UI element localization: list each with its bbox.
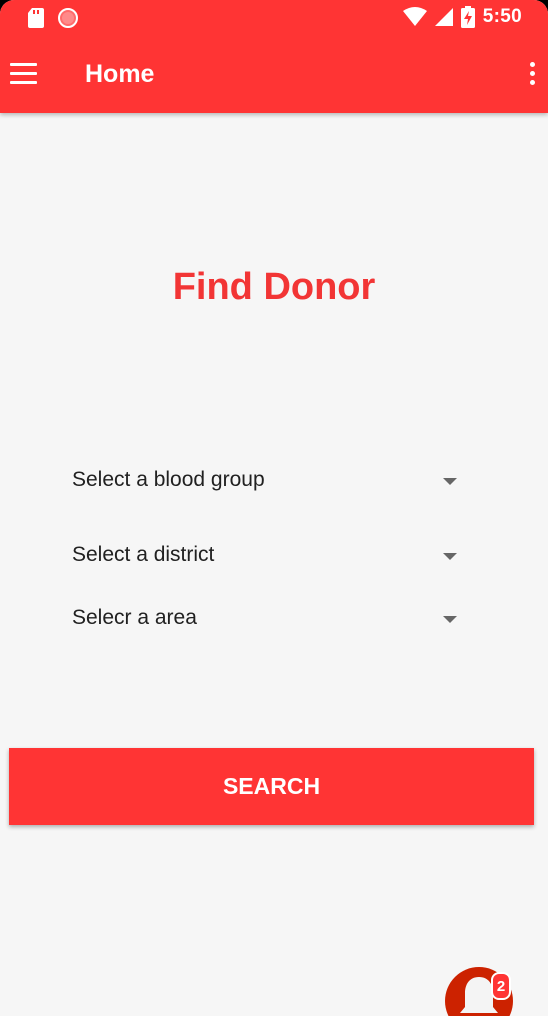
- toolbar-title: Home: [85, 60, 155, 88]
- blood-group-spinner-label: Select a blood group: [72, 468, 265, 491]
- sd-card-icon: [28, 8, 44, 28]
- notification-badge: 2: [491, 972, 511, 1000]
- area-spinner[interactable]: Selecr a area: [72, 598, 464, 638]
- signal-icon: [434, 8, 453, 26]
- dropdown-arrow-icon: [443, 616, 457, 623]
- status-left-icons: [28, 8, 78, 28]
- record-icon: [58, 8, 78, 28]
- wifi-icon: [402, 7, 427, 26]
- district-spinner[interactable]: Select a district: [72, 535, 464, 575]
- page-heading: Find Donor: [172, 266, 376, 308]
- app-screen: 5:50 Home Find Donor Select a blood grou…: [0, 0, 548, 1016]
- status-right-icons: 5:50: [402, 6, 522, 28]
- app-bar: 5:50 Home: [0, 0, 548, 113]
- dropdown-arrow-icon: [443, 478, 457, 485]
- toolbar: Home: [0, 38, 548, 113]
- blood-group-spinner[interactable]: Select a blood group: [72, 460, 464, 500]
- dropdown-arrow-icon: [443, 553, 457, 560]
- status-bar: 5:50: [0, 0, 548, 38]
- area-spinner-label: Selecr a area: [72, 606, 197, 629]
- district-spinner-label: Select a district: [72, 543, 215, 566]
- status-time: 5:50: [482, 6, 522, 27]
- battery-charging-icon: [460, 6, 475, 28]
- more-vert-icon[interactable]: [528, 62, 536, 88]
- search-button[interactable]: SEARCH: [9, 748, 534, 825]
- hamburger-menu-icon[interactable]: [10, 63, 37, 85]
